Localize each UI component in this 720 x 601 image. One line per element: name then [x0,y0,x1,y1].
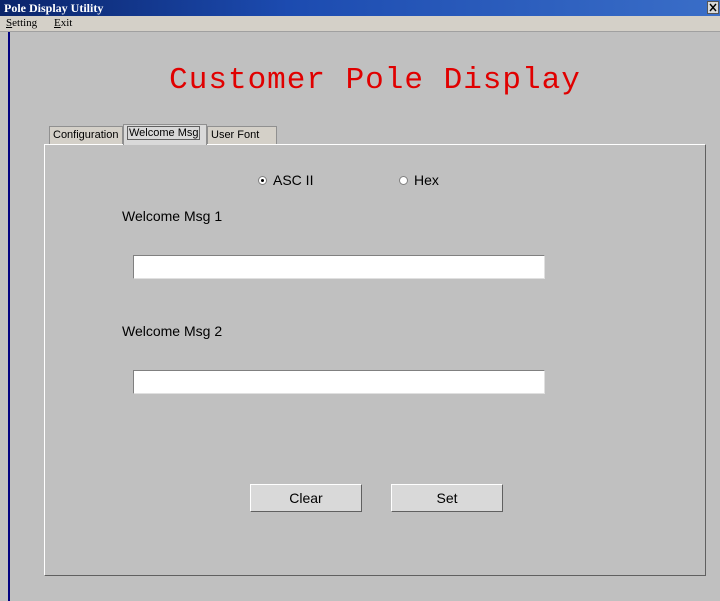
menu-exit[interactable]: Exit [54,17,72,30]
menu-setting-rest: etting [12,17,38,29]
radio-ascii-indicator[interactable] [258,175,267,185]
welcome-msg-2-label: Welcome Msg 2 [122,323,223,339]
close-icon [709,3,717,12]
clear-button[interactable]: Clear [250,484,362,512]
close-button[interactable] [707,1,719,14]
radio-ascii[interactable]: ASC II [258,170,313,190]
tab-welcome-msg-label: Welcome Msg [127,126,201,140]
menu-exit-rest: xit [60,17,73,29]
welcome-msg-1-label: Welcome Msg 1 [122,208,223,224]
menu-exit-mnemonic: E [54,17,61,29]
set-button[interactable]: Set [391,484,503,512]
tab-user-font[interactable]: User Font [207,126,277,144]
radio-hex-indicator[interactable] [399,175,408,185]
radio-hex-label: Hex [414,172,439,188]
menu-bar: Setting Exit [0,16,720,32]
set-button-label: Set [436,490,458,506]
window-title: Pole Display Utility [4,1,104,15]
clear-button-label: Clear [289,490,323,506]
welcome-msg-2-input[interactable] [133,370,545,394]
radio-hex[interactable]: Hex [399,170,439,190]
window-left-edge [8,32,10,601]
app-title: Customer Pole Display [169,63,581,98]
menu-setting[interactable]: Setting [6,17,37,30]
welcome-msg-1-input[interactable] [133,255,545,279]
tab-user-font-label: User Font [211,129,260,141]
tab-configuration-label: Configuration [53,129,119,141]
app-window: Pole Display Utility Setting Exit Custom… [0,0,720,601]
title-bar[interactable]: Pole Display Utility [0,0,720,16]
radio-ascii-label: ASC II [273,172,314,188]
tab-configuration[interactable]: Configuration [49,126,123,144]
tab-welcome-msg[interactable]: Welcome Msg [123,124,207,145]
